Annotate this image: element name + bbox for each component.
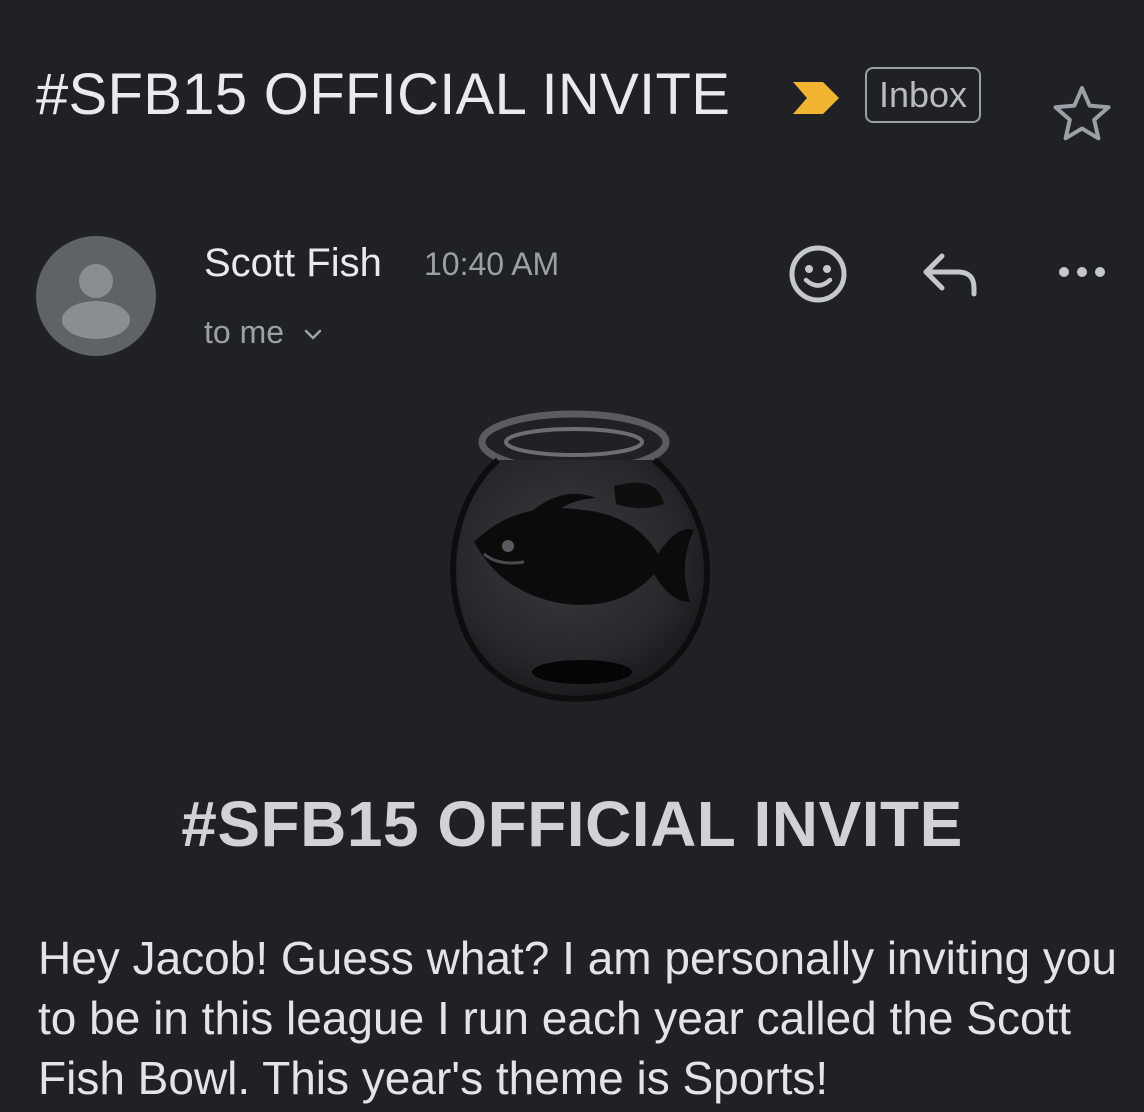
message-heading: #SFB15 OFFICIAL INVITE	[181, 788, 963, 860]
more-horizontal-icon[interactable]	[1050, 242, 1114, 306]
sender-avatar[interactable]	[36, 236, 156, 356]
reply-icon[interactable]	[918, 242, 982, 306]
smiley-icon[interactable]	[786, 242, 850, 306]
importance-marker-icon[interactable]	[791, 78, 841, 118]
recipient-text: to me	[204, 314, 285, 350]
recipient-toggle[interactable]: to me	[204, 310, 323, 354]
received-time: 10:40 AM	[424, 246, 560, 282]
inbox-label-chip[interactable]: Inbox	[865, 67, 981, 123]
sender-name[interactable]: Scott Fish	[204, 238, 382, 288]
person-icon	[62, 264, 130, 339]
star-icon[interactable]	[1052, 84, 1112, 144]
fishbowl-logo	[450, 410, 710, 702]
subject-row: #SFB15 OFFICIAL INVITE Inbox	[36, 58, 1114, 148]
chevron-down-icon	[304, 329, 322, 340]
message-body: Hey Jacob! Guess what? I am personally i…	[38, 928, 1118, 1108]
email-subject: #SFB15 OFFICIAL INVITE	[36, 62, 731, 127]
message-body-paragraph: Hey Jacob! Guess what? I am personally i…	[38, 932, 1117, 1104]
